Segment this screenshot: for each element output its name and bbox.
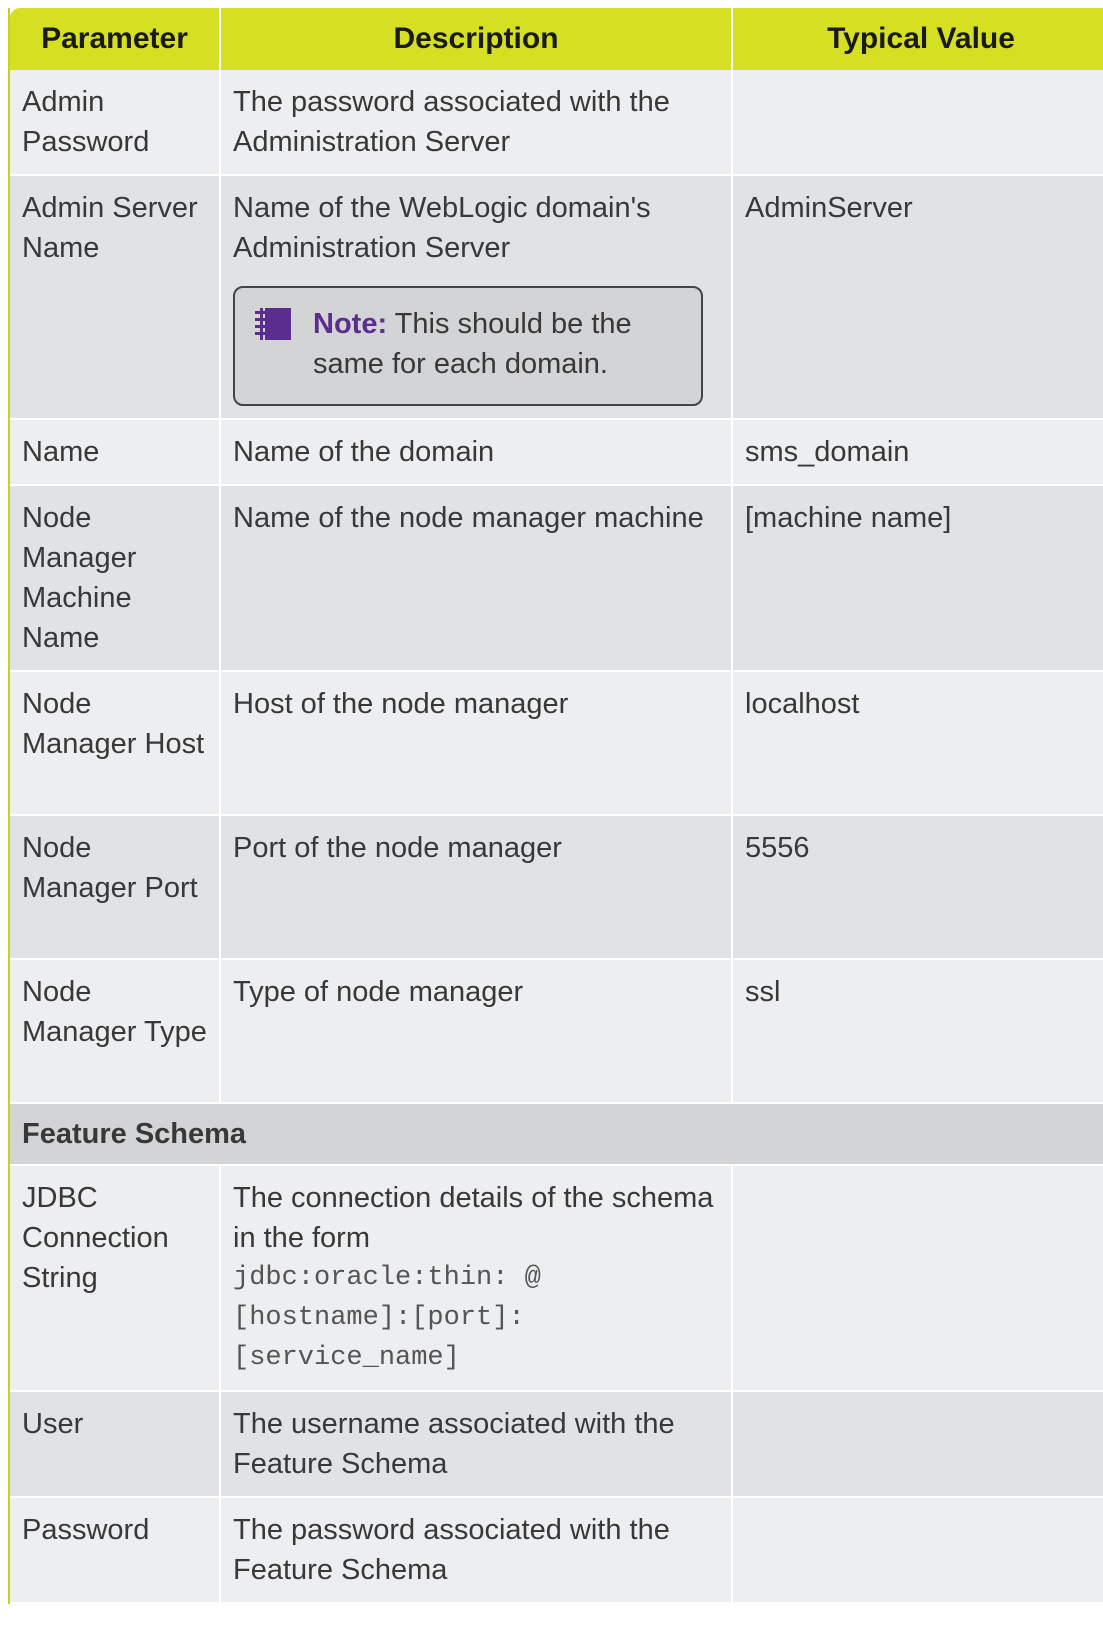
description-cell: The password associated with the Feature… [220, 1497, 733, 1604]
table-row: User The username associated with the Fe… [10, 1391, 1103, 1498]
description-cell: Name of the domain [220, 419, 733, 486]
typical-cell: 5556 [732, 815, 1103, 960]
param-cell: User [10, 1391, 221, 1498]
table-row: Node Manager Machine Name Name of the no… [10, 485, 1103, 672]
description-cell: Port of the node manager [220, 815, 733, 960]
header-description: Description [220, 8, 733, 70]
description-cell: The connection details of the schema in … [220, 1165, 733, 1392]
description-cell: Type of node manager [220, 959, 733, 1104]
note-text-block: Note: This should be the same for each d… [313, 304, 687, 384]
notebook-icon [255, 308, 291, 340]
description-cell: The password associated with the Adminis… [220, 70, 733, 176]
param-cell: Node Manager Port [10, 815, 221, 960]
param-cell: JDBC Connection String [10, 1165, 221, 1392]
note-callout: Note: This should be the same for each d… [233, 286, 703, 406]
table-row: Node Manager Type Type of node manager s… [10, 959, 1103, 1104]
section-header-row: Feature Schema [10, 1103, 1103, 1166]
typical-cell: sms_domain [732, 419, 1103, 486]
table-row: Node Manager Host Host of the node manag… [10, 671, 1103, 816]
typical-cell: localhost [732, 671, 1103, 816]
table-row: Admin Password The password associated w… [10, 70, 1103, 176]
description-cell: The username associated with the Feature… [220, 1391, 733, 1498]
description-text: Name of the WebLogic domain's Administra… [233, 192, 651, 264]
table-row: Node Manager Port Port of the node manag… [10, 815, 1103, 960]
param-cell: Admin Server Name [10, 175, 221, 420]
description-cell: Name of the WebLogic domain's Administra… [220, 175, 733, 420]
table-row: JDBC Connection String The connection de… [10, 1165, 1103, 1392]
typical-cell [732, 1497, 1103, 1604]
typical-cell: AdminServer [732, 175, 1103, 420]
param-cell: Node Manager Type [10, 959, 221, 1104]
note-label: Note: [313, 308, 388, 340]
param-cell: Node Manager Machine Name [10, 485, 221, 672]
typical-cell [732, 1391, 1103, 1498]
parameters-table: Parameter Description Typical Value Admi… [10, 8, 1103, 1604]
typical-cell [732, 70, 1103, 176]
typical-cell [732, 1165, 1103, 1392]
table-header-row: Parameter Description Typical Value [10, 8, 1103, 70]
table-row: Admin Server Name Name of the WebLogic d… [10, 175, 1103, 420]
parameters-table-wrapper: Parameter Description Typical Value Admi… [8, 8, 1103, 1604]
param-cell: Admin Password [10, 70, 221, 176]
table-row: Name Name of the domain sms_domain [10, 419, 1103, 486]
section-title: Feature Schema [10, 1103, 1103, 1166]
param-cell: Node Manager Host [10, 671, 221, 816]
description-cell: Host of the node manager [220, 671, 733, 816]
param-cell: Name [10, 419, 221, 486]
header-typical-value: Typical Value [732, 8, 1103, 70]
typical-cell: [machine name] [732, 485, 1103, 672]
description-cell: Name of the node manager machine [220, 485, 733, 672]
typical-cell: ssl [732, 959, 1103, 1104]
header-parameter: Parameter [10, 8, 221, 70]
table-row: Password The password associated with th… [10, 1497, 1103, 1604]
description-text: The connection details of the schema in … [233, 1182, 714, 1254]
param-cell: Password [10, 1497, 221, 1604]
code-snippet: jdbc:oracle:thin: @ [hostname]:[port]: [… [233, 1263, 541, 1373]
